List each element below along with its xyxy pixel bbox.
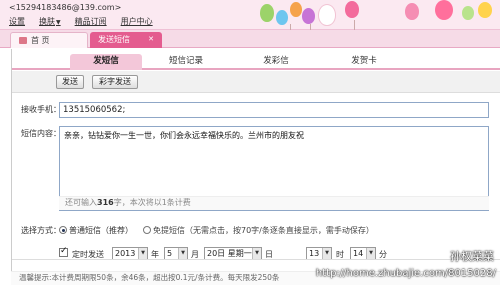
send-button[interactable]: 发送 [56, 75, 84, 89]
color-send-button[interactable]: 彩字发送 [92, 75, 138, 89]
normal-sms-option[interactable]: 普通短信（推荐） [59, 225, 133, 236]
nav-settings[interactable]: 设置 [9, 16, 25, 27]
tab-send-mms[interactable]: 发彩信 [240, 54, 312, 70]
hour-value: 13 [309, 249, 320, 258]
recipient-phone-input[interactable]: 13515060562; [59, 102, 489, 118]
tab-send-sms[interactable]: 发送短信 ✕ [90, 32, 162, 48]
tab-send-sms-label: 发送短信 [98, 35, 130, 44]
content-frame: 发短信 短信记录 发彩信 发贺卡 发送 彩字发送 接收手机： 135150605… [11, 49, 500, 285]
nav-user-center[interactable]: 用户中心 [121, 16, 153, 27]
tab-home[interactable]: 首 页 [10, 32, 88, 48]
counter-remaining: 316 [97, 198, 114, 207]
tab-send-card[interactable]: 发贺卡 [328, 54, 400, 70]
page-tab-bar: 首 页 发送短信 ✕ [0, 30, 500, 48]
recipient-label: 接收手机： [21, 105, 61, 114]
watermark-name: 孙权菜菜 [450, 250, 494, 263]
chevron-down-icon: ▼ [178, 248, 187, 259]
char-counter: 还可输入316字，本次将以1条计费 [59, 196, 489, 210]
top-nav: 设置 换肤▼ 精品订阅 用户中心 [9, 16, 153, 27]
minute-value: 14 [353, 249, 364, 258]
month-value: 5 [167, 249, 173, 258]
watermark-url: http://home.zhubajie.com/8015028/ [315, 268, 496, 279]
normal-sms-label: 普通短信（推荐） [69, 226, 133, 235]
day-value: 20日 星期一 [207, 249, 252, 258]
tab-send-sms-sub[interactable]: 发短信 [70, 54, 142, 70]
home-icon [19, 37, 27, 44]
counter-prefix: 还可输入 [65, 198, 97, 207]
free-sms-label: 免提短信（无需点击，按70字/条逐条直接显示，需手动保存） [153, 226, 374, 235]
nav-skin-label: 换肤 [39, 17, 55, 26]
radio-free[interactable] [143, 226, 151, 234]
sub-tab-bar: 发短信 短信记录 发彩信 发贺卡 [12, 52, 500, 70]
message-text: 亲亲，钻钻爱你一生一世，你们会永远幸福快乐的。兰州市的朋友祝 [64, 131, 304, 140]
message-label: 短信内容： [21, 129, 61, 138]
chevron-down-icon: ▼ [366, 248, 375, 259]
tab-home-label: 首 页 [31, 36, 50, 45]
method-label: 选择方式： [21, 226, 61, 235]
chevron-down-icon: ▼ [252, 248, 261, 259]
free-sms-option[interactable]: 免提短信（无需点击，按70字/条逐条直接显示，需手动保存） [143, 225, 374, 236]
schedule-checkbox[interactable] [59, 246, 68, 257]
chevron-down-icon: ▼ [322, 248, 331, 259]
action-toolbar: 发送 彩字发送 [12, 71, 500, 93]
chevron-down-icon: ▼ [138, 248, 147, 259]
account-address: <15294183486@139.com> [9, 3, 122, 12]
divider [12, 259, 500, 260]
counter-suffix: 字，本次将以1条计费 [113, 198, 191, 207]
nav-skin[interactable]: 换肤▼ [39, 16, 61, 27]
radio-normal[interactable] [59, 226, 67, 234]
tab-sms-records[interactable]: 短信记录 [150, 54, 222, 70]
nav-subscriptions[interactable]: 精品订阅 [75, 16, 107, 27]
close-icon[interactable]: ✕ [148, 32, 154, 47]
chevron-down-icon: ▼ [56, 19, 61, 26]
year-value: 2013 [115, 249, 136, 258]
